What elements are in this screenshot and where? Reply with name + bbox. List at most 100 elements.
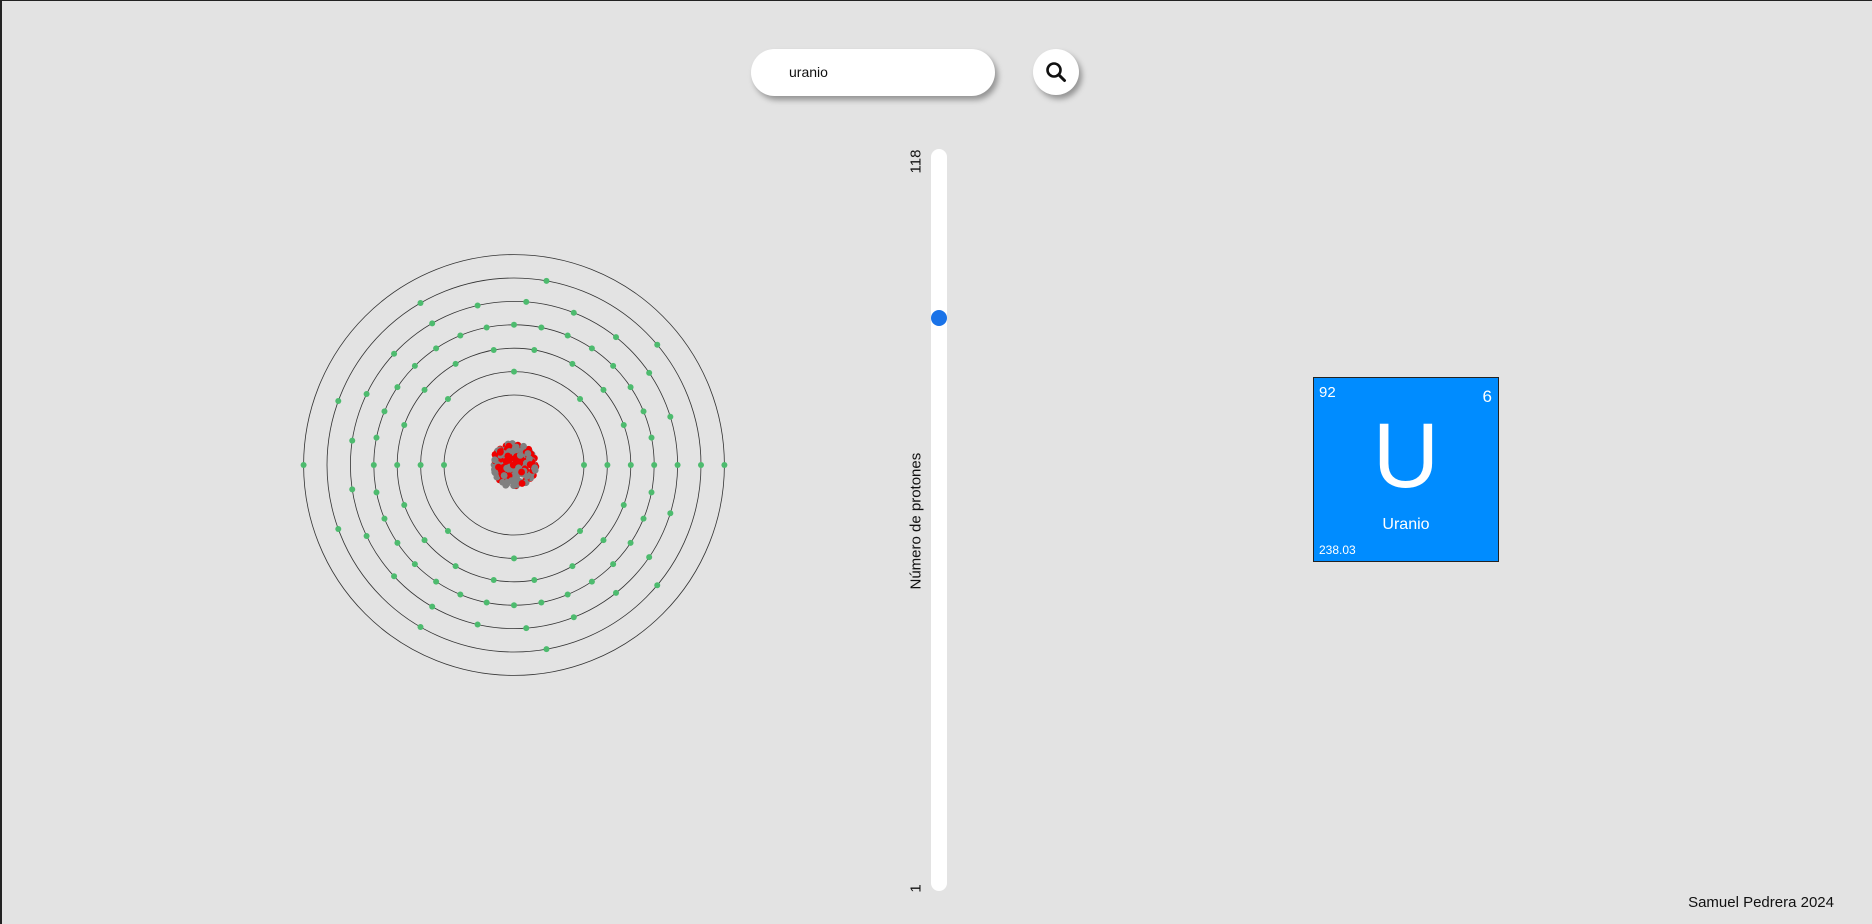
electron — [577, 528, 584, 535]
electron — [651, 462, 658, 468]
electron — [349, 486, 356, 493]
electron — [646, 369, 653, 376]
electron — [620, 422, 627, 429]
electron — [640, 408, 647, 415]
electron — [452, 563, 459, 570]
electron — [648, 434, 655, 441]
electron — [300, 462, 307, 468]
proton — [495, 463, 502, 471]
electron — [569, 563, 576, 570]
electron — [452, 360, 459, 367]
electron — [391, 573, 398, 580]
electron — [600, 537, 607, 544]
electron — [381, 515, 388, 522]
electron — [538, 324, 545, 331]
electron — [335, 398, 342, 405]
electron — [531, 577, 538, 584]
electron — [581, 462, 587, 468]
neutron — [520, 442, 527, 450]
electron — [401, 422, 408, 429]
electron — [411, 561, 418, 568]
electron — [543, 646, 550, 653]
electron — [433, 578, 440, 585]
electron — [483, 324, 490, 331]
electron — [441, 462, 447, 468]
electron — [444, 395, 451, 402]
electron — [600, 386, 607, 393]
electron — [627, 462, 634, 468]
atomic-number: 92 — [1319, 384, 1336, 401]
element-name: Uranio — [1382, 516, 1430, 533]
electron — [543, 277, 550, 284]
electron — [610, 362, 617, 369]
electron — [523, 298, 530, 305]
electron — [511, 368, 517, 375]
neutron — [524, 450, 532, 457]
search-bar — [751, 49, 995, 96]
neutron — [507, 477, 515, 485]
search-input[interactable] — [789, 61, 979, 83]
electron — [417, 623, 424, 630]
electron — [335, 525, 342, 532]
neutron — [500, 472, 508, 479]
element-period: 6 — [1482, 387, 1492, 406]
electron — [523, 625, 530, 632]
electron — [667, 413, 674, 420]
electron — [444, 528, 451, 535]
electron — [474, 302, 481, 309]
element-card: 92 6 U Uranio 238.03 — [1313, 377, 1499, 562]
electron — [394, 384, 401, 391]
electron — [604, 462, 611, 468]
electron — [363, 532, 370, 539]
electron — [457, 591, 464, 598]
electron — [421, 537, 428, 544]
electron — [646, 554, 653, 561]
atom-diagram — [300, 254, 728, 676]
proton-slider[interactable] — [931, 149, 947, 891]
electron — [433, 345, 440, 352]
electron — [391, 350, 398, 357]
proton — [504, 452, 512, 460]
electron — [429, 320, 436, 327]
slider-label: Número de protones — [907, 452, 925, 590]
search-button[interactable] — [1033, 49, 1079, 95]
electron — [667, 510, 674, 517]
electron — [577, 395, 584, 402]
electron — [381, 408, 388, 415]
neutron — [491, 456, 499, 464]
electron — [417, 462, 424, 468]
electron — [373, 489, 380, 496]
neutron — [516, 451, 524, 459]
electron — [588, 345, 595, 352]
electron — [490, 346, 497, 353]
electron — [564, 591, 571, 598]
electron — [490, 577, 497, 584]
neutron — [512, 443, 520, 451]
electron — [613, 589, 620, 596]
electron — [570, 309, 577, 316]
electron — [511, 555, 517, 562]
electron — [627, 539, 634, 546]
electron — [620, 501, 627, 508]
proton — [518, 468, 525, 476]
electron — [373, 434, 380, 441]
proton — [518, 480, 526, 487]
proton — [496, 448, 504, 456]
electron — [588, 578, 595, 585]
electron — [564, 332, 571, 339]
electron — [411, 362, 418, 369]
electron — [648, 489, 655, 496]
electron — [511, 602, 517, 609]
element-symbol: U — [1372, 405, 1440, 507]
electron — [483, 599, 490, 606]
electron — [349, 437, 356, 444]
electron — [613, 334, 620, 341]
electron — [674, 462, 681, 468]
slider-max-label: 118 — [907, 149, 925, 174]
electron — [417, 300, 424, 307]
footer-credit: Samuel Pedrera 2024 — [1688, 894, 1834, 911]
electron — [610, 561, 617, 568]
electron — [394, 462, 401, 468]
electron — [370, 462, 377, 468]
atomic-mass: 238.03 — [1319, 543, 1356, 557]
